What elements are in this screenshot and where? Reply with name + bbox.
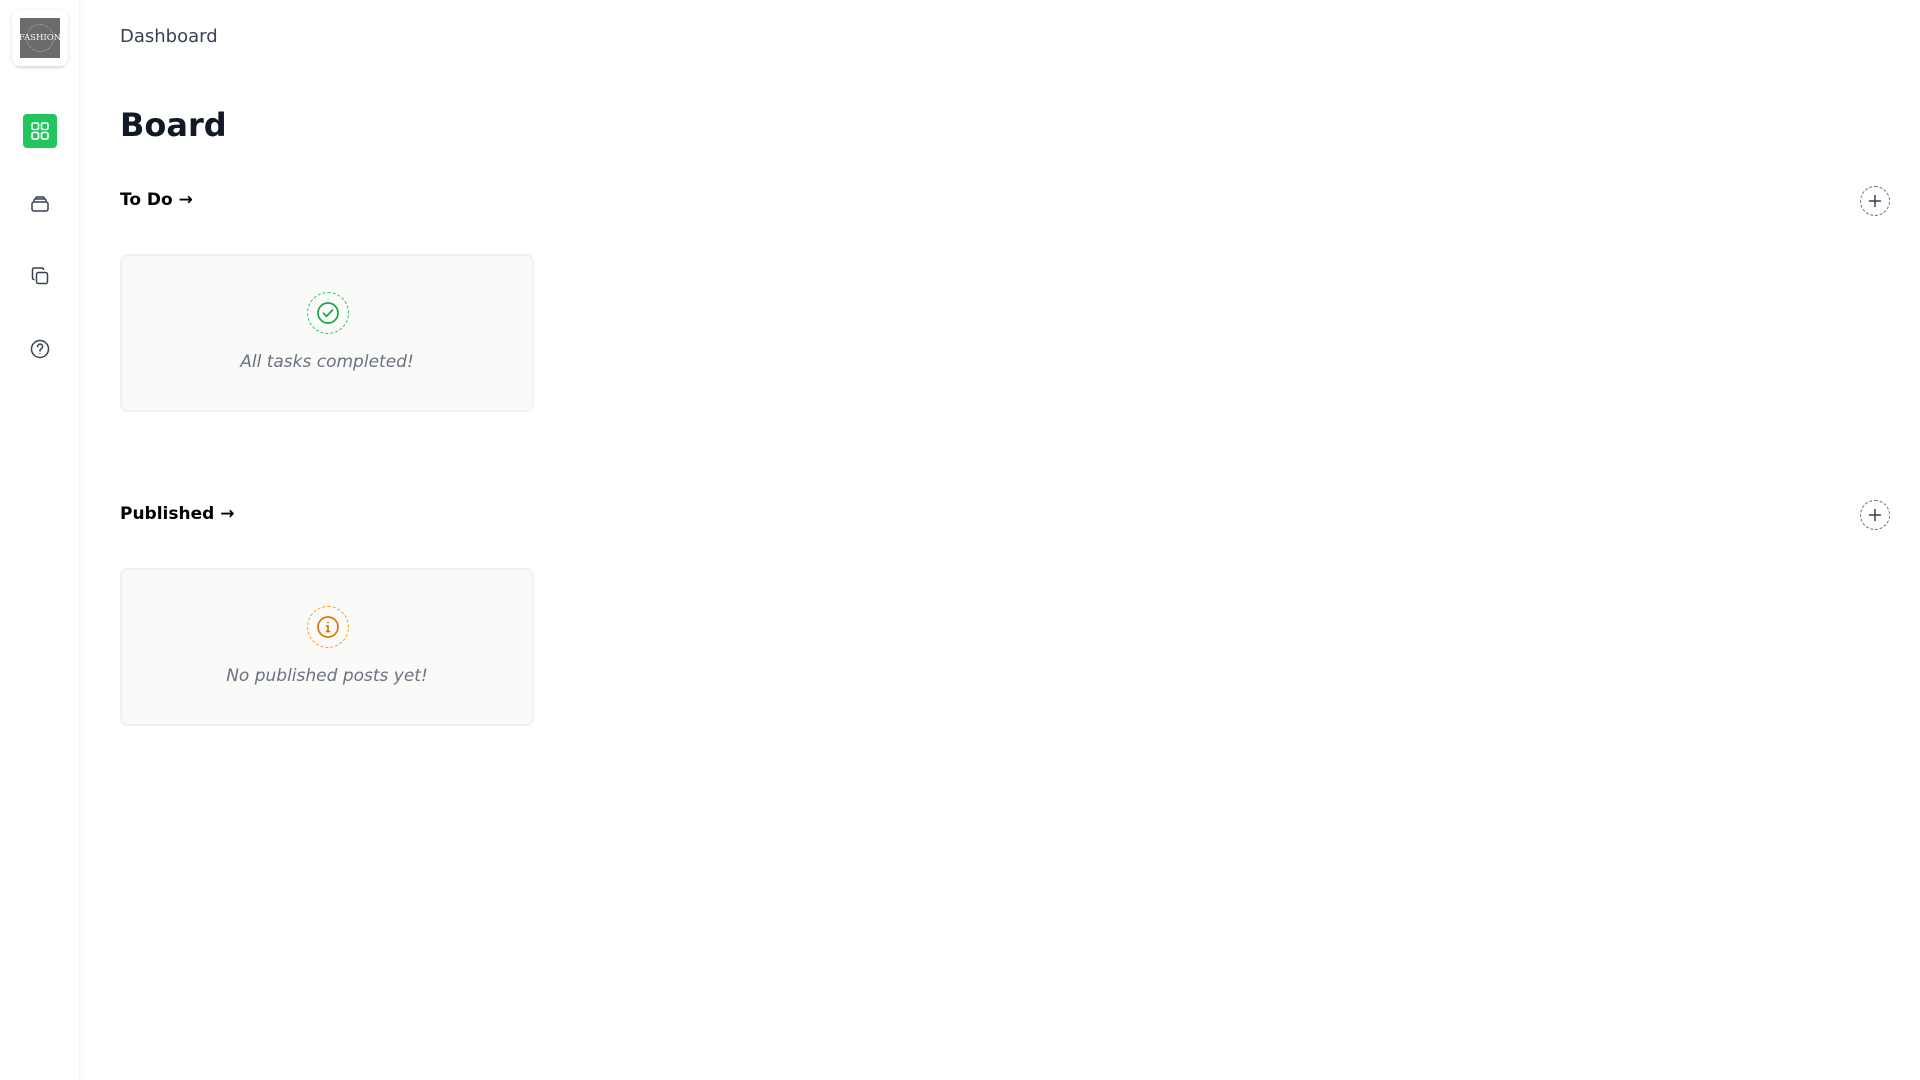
copy-icon xyxy=(31,267,49,285)
brand-logo-text: FASHION xyxy=(20,33,60,43)
section-title-published[interactable]: Published → xyxy=(120,504,234,524)
empty-state-badge xyxy=(307,292,349,334)
empty-state-text: All tasks completed! xyxy=(240,352,414,372)
help-circle-icon xyxy=(30,339,50,359)
plus-icon xyxy=(1868,508,1882,522)
sidebar-item-dashboard[interactable] xyxy=(23,114,57,148)
stack-icon xyxy=(31,196,49,212)
info-circle-icon xyxy=(317,616,339,638)
brand-logo: FASHION xyxy=(20,18,60,58)
check-circle-icon xyxy=(317,302,339,324)
page-title: Board xyxy=(120,106,227,144)
sidebar-item-inbox[interactable] xyxy=(23,187,57,221)
main-content: Dashboard Board To Do → All tasks comple… xyxy=(120,0,1920,1080)
sidebar: FASHION xyxy=(0,0,80,1080)
empty-state-text: No published posts yet! xyxy=(226,666,428,686)
published-empty-card: No published posts yet! xyxy=(120,568,534,726)
empty-state-badge xyxy=(307,606,349,648)
sidebar-item-help[interactable] xyxy=(23,332,57,366)
add-published-button[interactable] xyxy=(1860,500,1890,530)
breadcrumb: Dashboard xyxy=(120,26,218,47)
add-todo-button[interactable] xyxy=(1860,186,1890,216)
plus-icon xyxy=(1868,194,1882,208)
sidebar-item-copy[interactable] xyxy=(23,259,57,293)
grid-icon xyxy=(31,122,49,140)
todo-empty-card: All tasks completed! xyxy=(120,254,534,412)
section-title-todo[interactable]: To Do → xyxy=(120,190,193,210)
brand-logo-button[interactable]: FASHION xyxy=(12,10,68,66)
